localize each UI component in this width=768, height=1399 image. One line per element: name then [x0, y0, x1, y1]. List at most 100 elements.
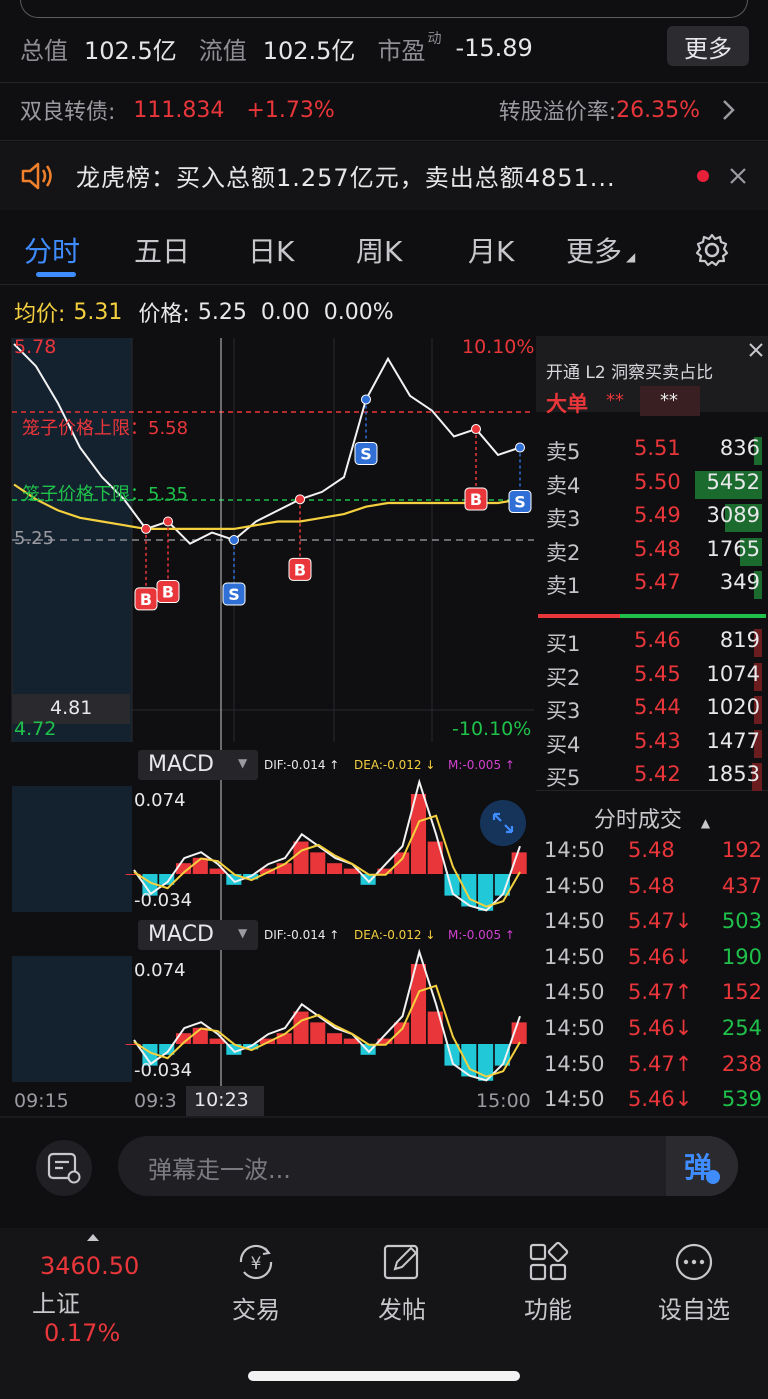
- price-summary: 均价: 5.31 价格: 5.25 0.00 0.00%: [14, 296, 394, 328]
- ask-row[interactable]: 卖3 5.49 3089: [536, 503, 768, 535]
- dragon-tiger-banner[interactable]: 龙虎榜：买入总额1.257亿元，卖出总额4851...: [0, 142, 768, 210]
- total-value-label: 总值: [20, 36, 68, 65]
- level-qty: 3089: [706, 503, 760, 528]
- danmu-settings-button[interactable]: [36, 1140, 92, 1196]
- pre-market-area-macd2: [12, 956, 132, 1082]
- more-button[interactable]: 更多: [667, 26, 749, 66]
- ask-row[interactable]: 卖2 5.48 1765: [536, 537, 768, 569]
- trade-row: 14:50 5.48 192: [544, 838, 762, 872]
- level-name: 卖5: [546, 440, 581, 464]
- level-price: 5.51: [634, 436, 681, 460]
- y-top-label: 5.78: [14, 336, 57, 358]
- svg-text:¥: ¥: [251, 1254, 262, 1274]
- danmu-input[interactable]: 弹幕走一波... 弹: [118, 1136, 738, 1196]
- bid-row[interactable]: 买1 5.46 819: [536, 628, 768, 660]
- y-bottom-label: 4.72: [14, 718, 57, 740]
- level-price: 5.43: [634, 728, 681, 753]
- trade-time: 14:50: [544, 1051, 605, 1076]
- tab-intraday[interactable]: 分时: [24, 230, 80, 270]
- tab-weekly-k[interactable]: 周K: [356, 230, 402, 270]
- level-price: 5.47: [634, 570, 681, 595]
- tab-more-label: 更多: [566, 235, 623, 268]
- avg-price-label: 均价:: [14, 302, 66, 327]
- nav-function-label: 功能: [524, 1296, 572, 1324]
- level-name: 卖4: [546, 473, 581, 498]
- tab-five-day[interactable]: 五日: [134, 230, 190, 270]
- macd-histogram-bar: [327, 1033, 343, 1044]
- bid-row[interactable]: 买2 5.45 1074: [536, 662, 768, 694]
- tab-monthly-k[interactable]: 月K: [468, 230, 514, 270]
- trade-price: 5.46↓: [628, 1087, 693, 1112]
- macd-label-2: MACD: [148, 922, 214, 947]
- buy-marker[interactable]: B: [288, 494, 312, 581]
- ratio-divider: [538, 614, 766, 618]
- crosshair-time-box: 10:23: [186, 1086, 264, 1116]
- sell-marker[interactable]: S: [508, 442, 532, 514]
- time-start: 09:15: [14, 1090, 69, 1112]
- bond-change: +1.73%: [246, 97, 335, 123]
- nav-function[interactable]: 功能: [488, 1240, 608, 1325]
- price-change-pct: 0.00%: [323, 299, 394, 325]
- intraday-chart[interactable]: BBSBSBS 5.78 10.10% 笼子价格上限：5.58 笼子价格下限：5…: [0, 334, 534, 1116]
- settings-gear-icon[interactable]: [694, 232, 730, 268]
- big-order-value: **: [606, 390, 624, 411]
- price-value: 5.25: [197, 299, 247, 325]
- speaker-icon: [21, 162, 52, 190]
- dragon-tiger-text: 龙虎榜：买入总额1.257亿元，卖出总额4851...: [76, 164, 616, 192]
- macd-selector-2[interactable]: MACD ▼: [138, 920, 258, 950]
- index-change: 0.17%: [44, 1319, 121, 1347]
- unread-dot: [697, 170, 709, 182]
- check-badge-icon: [706, 1170, 720, 1184]
- ask-row[interactable]: 卖4 5.50 5452: [536, 470, 768, 502]
- trades-title-row[interactable]: 分时成交 ▲: [536, 802, 768, 834]
- close-icon[interactable]: [746, 340, 766, 360]
- trade-time: 14:50: [544, 838, 605, 862]
- nav-post[interactable]: 发帖: [342, 1240, 462, 1325]
- time-open: 09:3: [134, 1090, 177, 1112]
- macd-histogram-bar: [310, 1022, 326, 1044]
- macd-top-label: 0.074: [134, 790, 186, 811]
- more-dots-icon: [675, 1243, 713, 1281]
- expand-up-icon[interactable]: [86, 1232, 100, 1242]
- level-name: 买2: [546, 665, 581, 690]
- close-icon[interactable]: [728, 166, 748, 186]
- expand-button[interactable]: [480, 800, 526, 846]
- big-order-label: 大单: [546, 392, 588, 416]
- macd-dif-2: DIF:-0.014 ↑: [264, 928, 340, 942]
- trade-volume: 238: [721, 1051, 762, 1076]
- trade-price: 5.47↓: [628, 909, 693, 934]
- buy-marker[interactable]: B: [134, 523, 158, 611]
- convertible-bond[interactable]: 双良转债: 111.834 +1.73%: [20, 92, 335, 128]
- macd-histogram-bar: [293, 841, 309, 874]
- svg-text:S: S: [514, 493, 526, 512]
- macd-bottom-label: -0.034: [134, 890, 193, 911]
- nav-watchlist[interactable]: 设自选: [634, 1240, 754, 1325]
- pct-bottom-label: -10.10%: [452, 718, 532, 740]
- macd-selector[interactable]: MACD ▼: [138, 750, 258, 780]
- tab-more[interactable]: 更多 ◢: [566, 230, 635, 270]
- level-qty: 349: [719, 570, 760, 595]
- level-qty: 5452: [706, 469, 760, 494]
- trade-time: 14:50: [544, 1087, 605, 1112]
- l2-banner[interactable]: 开通 L2 洞察买卖占比 大单 ** **: [536, 336, 768, 416]
- ask-row[interactable]: 卖1 5.47 349: [536, 570, 768, 602]
- ask-row[interactable]: 卖5 5.51 836: [536, 436, 768, 468]
- crosshair-price: 4.81: [50, 697, 93, 719]
- index-ticker[interactable]: 3460.50 上证 0.17%: [32, 1252, 172, 1347]
- tab-daily-k[interactable]: 日K: [248, 230, 294, 270]
- trade-time: 14:50: [544, 944, 605, 969]
- time-end: 15:00: [476, 1090, 531, 1112]
- premium-rate[interactable]: 转股溢价率: 26.35%: [499, 92, 738, 128]
- macd-histogram-bar: [310, 852, 326, 874]
- trade-time: 14:50: [544, 980, 605, 1005]
- danmu-toggle-button[interactable]: 弹: [666, 1136, 738, 1196]
- nav-trade[interactable]: ¥ 交易: [196, 1240, 316, 1325]
- total-value: 102.5亿: [84, 36, 177, 65]
- chevron-right-icon: [723, 100, 735, 120]
- bid-row[interactable]: 买4 5.43 1477: [536, 729, 768, 761]
- trade-row: 14:50 5.47↓ 503: [544, 909, 762, 943]
- bid-row[interactable]: 买3 5.44 1020: [536, 695, 768, 727]
- level-qty: 836: [719, 436, 760, 460]
- l2-banner-text: 开通 L2 洞察买卖占比: [546, 363, 714, 383]
- level-price: 5.46: [634, 628, 681, 652]
